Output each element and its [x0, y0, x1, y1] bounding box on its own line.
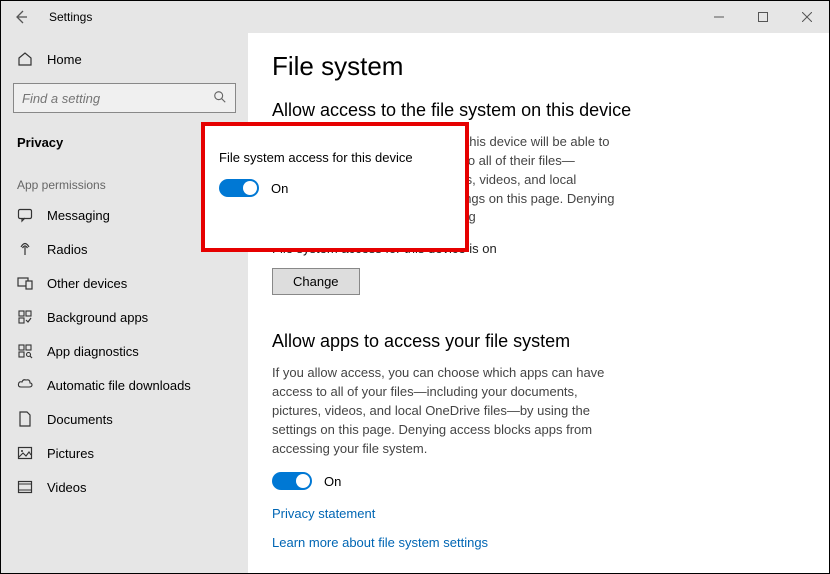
toggle-label: On	[324, 474, 341, 489]
sidebar-item-other-devices[interactable]: Other devices	[1, 266, 248, 300]
video-icon	[17, 479, 33, 495]
content-area: File system Allow access to the file sys…	[248, 33, 829, 573]
sidebar-item-label: App diagnostics	[47, 344, 139, 359]
sidebar-item-label: Videos	[47, 480, 87, 495]
section-desc: If you allow access, you can choose whic…	[272, 364, 622, 458]
sidebar-item-label: Documents	[47, 412, 113, 427]
learn-more-link[interactable]: Learn more about file system settings	[272, 535, 799, 550]
minimize-icon	[714, 12, 724, 22]
search-input[interactable]	[22, 91, 213, 106]
sidebar-item-pictures[interactable]: Pictures	[1, 436, 248, 470]
sidebar-item-label: Other devices	[47, 276, 127, 291]
cloud-download-icon	[17, 377, 33, 393]
minimize-button[interactable]	[697, 1, 741, 33]
search-box[interactable]	[13, 83, 236, 113]
page-title: File system	[272, 51, 799, 82]
arrow-left-icon	[13, 9, 29, 25]
sidebar-item-label: Background apps	[47, 310, 148, 325]
device-access-toggle-row: On	[219, 179, 455, 197]
apps-access-toggle[interactable]	[272, 472, 312, 490]
close-icon	[802, 12, 812, 22]
privacy-statement-link[interactable]: Privacy statement	[272, 506, 799, 521]
back-button[interactable]	[1, 1, 41, 33]
sidebar-item-label: Automatic file downloads	[47, 378, 191, 393]
popup-title: File system access for this device	[219, 150, 455, 165]
home-icon	[17, 51, 33, 67]
home-label: Home	[47, 52, 82, 67]
home-nav-item[interactable]: Home	[1, 43, 248, 75]
diagnostics-icon	[17, 343, 33, 359]
maximize-icon	[758, 12, 768, 22]
sidebar-item-background-apps[interactable]: Background apps	[1, 300, 248, 334]
apps-access-toggle-row: On	[272, 472, 799, 490]
section-title-apps-access: Allow apps to access your file system	[272, 331, 799, 352]
radio-icon	[17, 241, 33, 257]
device-access-popup: File system access for this device On	[201, 122, 469, 252]
sidebar-item-label: Messaging	[47, 208, 110, 223]
app-title: Settings	[49, 10, 92, 24]
change-button[interactable]: Change	[272, 268, 360, 295]
sidebar-item-label: Radios	[47, 242, 87, 257]
background-apps-icon	[17, 309, 33, 325]
sidebar-item-label: Pictures	[47, 446, 94, 461]
sidebar: Home Privacy App permissions Messaging R…	[1, 33, 248, 573]
devices-icon	[17, 275, 33, 291]
search-icon	[213, 90, 227, 107]
maximize-button[interactable]	[741, 1, 785, 33]
sidebar-item-documents[interactable]: Documents	[1, 402, 248, 436]
device-access-toggle[interactable]	[219, 179, 259, 197]
toggle-label: On	[271, 181, 288, 196]
sidebar-item-auto-downloads[interactable]: Automatic file downloads	[1, 368, 248, 402]
section-title-device-access: Allow access to the file system on this …	[272, 100, 799, 121]
sidebar-item-videos[interactable]: Videos	[1, 470, 248, 504]
message-icon	[17, 207, 33, 223]
close-button[interactable]	[785, 1, 829, 33]
document-icon	[17, 411, 33, 427]
picture-icon	[17, 445, 33, 461]
titlebar: Settings	[1, 1, 829, 33]
sidebar-item-app-diagnostics[interactable]: App diagnostics	[1, 334, 248, 368]
window-controls	[697, 1, 829, 33]
